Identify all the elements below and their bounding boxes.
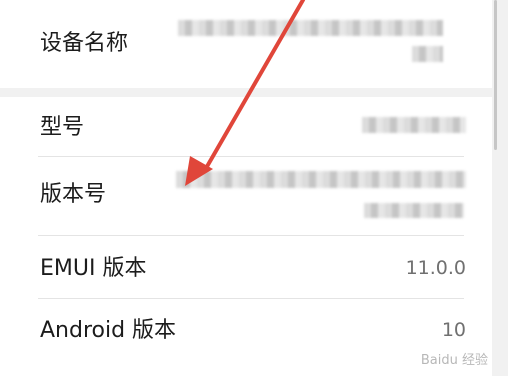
emui-version-value: 11.0.0	[405, 257, 466, 279]
about-phone-card: 型号 版本号 EMUI 版本 11.0.0 Android 版本 10	[0, 97, 492, 376]
device-name-label: 设备名称	[40, 31, 129, 56]
device-name-redaction-2	[412, 46, 443, 62]
build-number-label: 版本号	[40, 182, 107, 207]
scrollbar[interactable]	[494, 0, 497, 150]
device-name-redaction	[178, 20, 443, 36]
build-number-row[interactable]: 版本号	[0, 157, 492, 234]
build-number-redaction-2	[364, 203, 464, 218]
emui-version-row[interactable]: EMUI 版本 11.0.0	[0, 236, 492, 298]
baidu-watermark: Baidu 经验	[420, 353, 488, 368]
android-version-row[interactable]: Android 版本 10	[0, 299, 492, 376]
model-redaction	[362, 117, 466, 133]
model-row[interactable]: 型号	[0, 97, 492, 156]
build-number-redaction	[176, 171, 466, 188]
model-label: 型号	[40, 115, 85, 140]
device-name-row[interactable]: 设备名称	[0, 0, 492, 88]
android-version-label: Android 版本	[40, 318, 177, 343]
android-version-value: 10	[441, 319, 466, 341]
emui-version-label: EMUI 版本	[40, 256, 147, 281]
device-name-card: 设备名称	[0, 0, 492, 88]
